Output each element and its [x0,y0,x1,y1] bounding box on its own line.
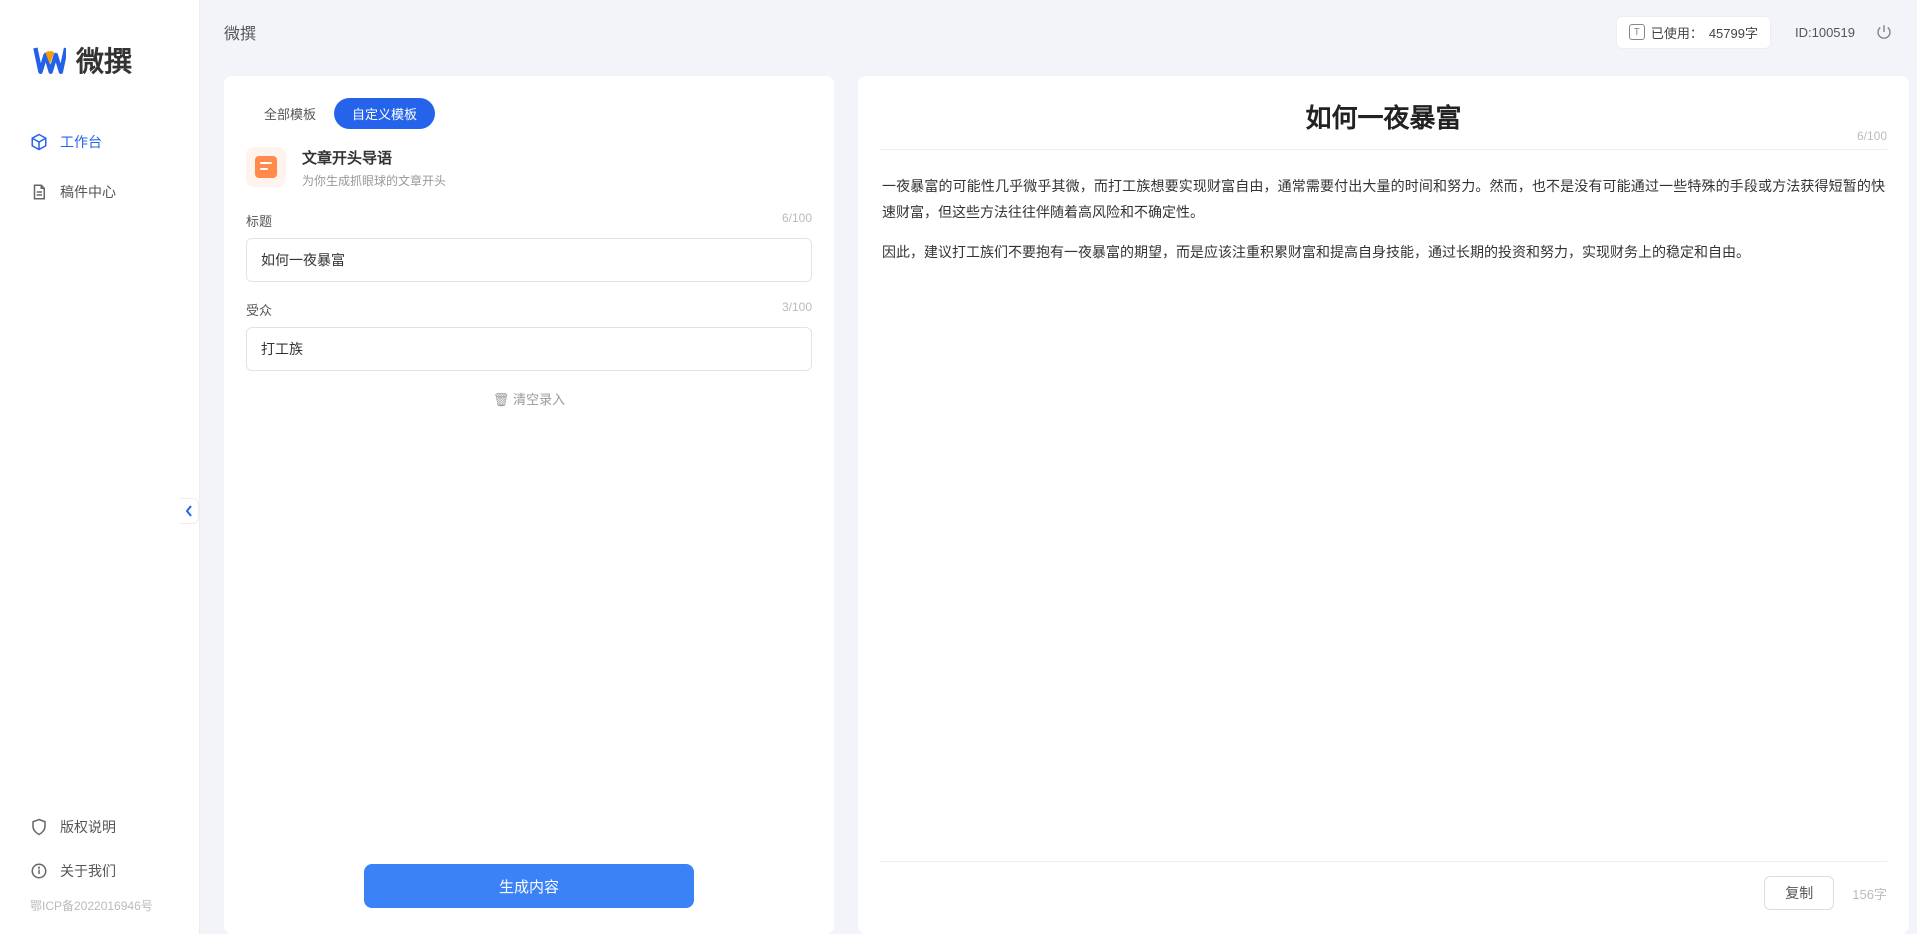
title-label: 标题 [246,211,272,230]
app-name: 微撰 [76,40,132,80]
nav-list: 工作台 稿件中心 [0,120,199,805]
usage-badge[interactable]: T 已使用： 45799字 [1616,16,1771,49]
nav-item-workbench[interactable]: 工作台 [12,120,187,164]
sidebar-item-label: 版权说明 [60,817,116,837]
result-title: 如何一夜暴富 [880,98,1887,135]
logo: 微撰 [0,0,199,120]
cube-icon [30,133,48,151]
result-title-count: 6/100 [1857,129,1887,143]
template-header: 文章开头导语 为你生成抓眼球的文章开头 [246,147,812,189]
sidebar-collapse-button[interactable] [179,498,199,524]
result-footer: 复制 156字 [880,861,1887,910]
main: 全部模板 自定义模板 文章开头导语 为你生成抓眼球的文章开头 标题 6/100 … [224,76,1909,934]
sidebar: 微撰 工作台 稿件中心 版权说明 关于我们 [0,0,200,934]
power-icon[interactable] [1875,23,1893,41]
logo-icon [32,43,66,77]
title-input[interactable] [246,238,812,282]
audience-label: 受众 [246,300,272,319]
template-icon [246,147,286,187]
chevron-left-icon [185,505,193,517]
generate-button[interactable]: 生成内容 [364,864,694,908]
audience-input[interactable] [246,327,812,371]
sidebar-item-label: 关于我们 [60,861,116,881]
template-title: 文章开头导语 [302,147,446,168]
title-char-count: 6/100 [782,211,812,230]
shield-icon [30,818,48,836]
text-icon: T [1629,24,1645,40]
sidebar-item-about[interactable]: 关于我们 [12,849,187,893]
tab-custom-templates[interactable]: 自定义模板 [334,98,435,129]
form-panel: 全部模板 自定义模板 文章开头导语 为你生成抓眼球的文章开头 标题 6/100 … [224,76,834,934]
result-paragraph: 一夜暴富的可能性几乎微乎其微，而打工族想要实现财富自由，通常需要付出大量的时间和… [882,174,1885,226]
document-icon [30,183,48,201]
result-panel: 如何一夜暴富 6/100 一夜暴富的可能性几乎微乎其微，而打工族想要实现财富自由… [858,76,1909,934]
topbar: 微撰 T 已使用： 45799字 ID:100519 [200,0,1917,64]
usage-value: 45799字 [1709,23,1758,42]
template-desc: 为你生成抓眼球的文章开头 [302,172,446,189]
field-audience: 受众 3/100 [246,300,812,371]
result-body: 一夜暴富的可能性几乎微乎其微，而打工族想要实现财富自由，通常需要付出大量的时间和… [880,164,1887,861]
sidebar-item-copyright[interactable]: 版权说明 [12,805,187,849]
result-paragraph: 因此，建议打工族们不要抱有一夜暴富的期望，而是应该注重积累财富和提高自身技能，通… [882,240,1885,266]
nav-label: 稿件中心 [60,182,116,202]
nav-item-drafts[interactable]: 稿件中心 [12,170,187,214]
clear-button[interactable]: 🗑 清空录入 [246,389,812,408]
page-title: 微撰 [224,20,256,44]
copy-button[interactable]: 复制 [1764,876,1834,910]
icp-text: 鄂ICP备2022016946号 [12,893,187,914]
result-char-count: 156字 [1852,884,1887,903]
tab-row: 全部模板 自定义模板 [246,98,812,129]
nav-label: 工作台 [60,132,102,152]
user-id: ID:100519 [1795,25,1855,40]
info-icon [30,862,48,880]
audience-char-count: 3/100 [782,300,812,319]
field-title: 标题 6/100 [246,211,812,282]
tab-all-templates[interactable]: 全部模板 [246,98,334,129]
usage-label: 已使用： [1651,23,1703,42]
trash-icon: 🗑 [493,392,510,407]
result-title-bar: 如何一夜暴富 6/100 [880,98,1887,150]
sidebar-bottom: 版权说明 关于我们 鄂ICP备2022016946号 [0,805,199,934]
